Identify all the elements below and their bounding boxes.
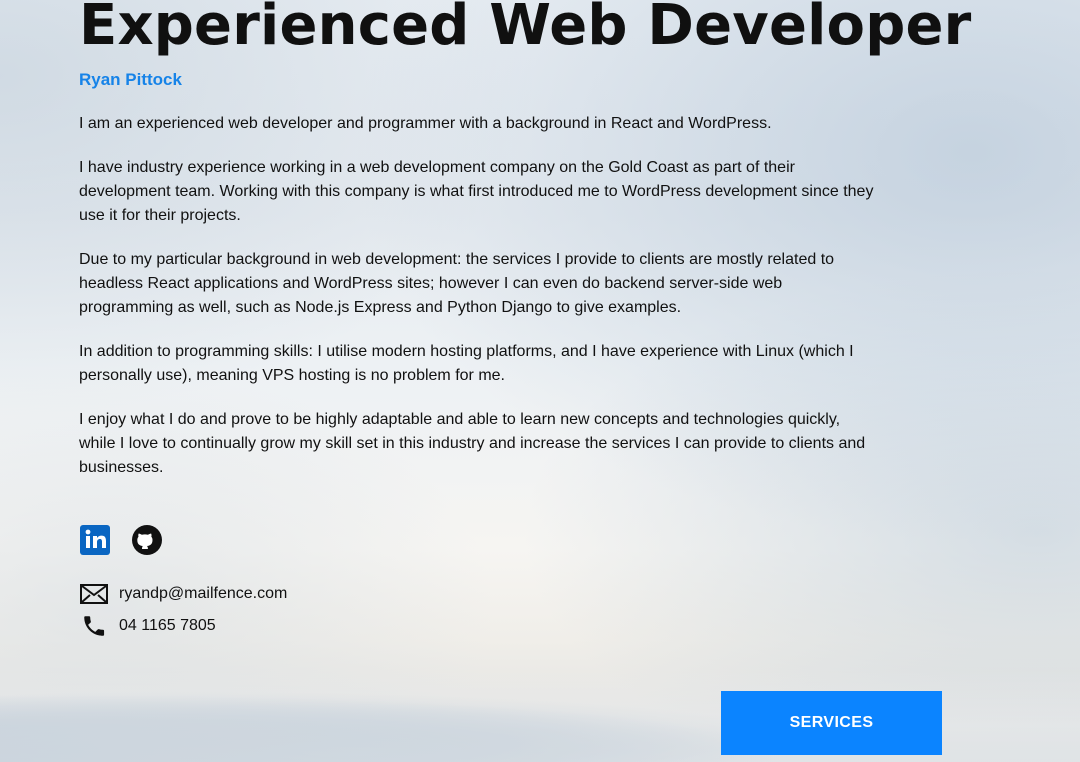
phone-link[interactable]: 04 1165 7805 xyxy=(119,617,216,635)
github-link[interactable] xyxy=(131,524,163,556)
mail-icon xyxy=(79,579,109,609)
bio-paragraph: I have industry experience working in a … xyxy=(79,159,874,224)
github-icon xyxy=(132,525,162,555)
phone-row: 04 1165 7805 xyxy=(79,610,287,642)
email-row: ryandp@mailfence.com xyxy=(79,578,287,610)
bio-section: I am an experienced web developer and pr… xyxy=(79,112,879,500)
linkedin-icon xyxy=(80,525,110,555)
bio-paragraph: I am an experienced web developer and pr… xyxy=(79,115,772,132)
bio-paragraph: In addition to programming skills: I uti… xyxy=(79,343,854,384)
page-root: Experienced Web Developer Ryan Pittock I… xyxy=(0,0,1080,762)
bio-paragraph: I enjoy what I do and prove to be highly… xyxy=(79,411,866,476)
author-name: Ryan Pittock xyxy=(79,70,182,89)
phone-icon xyxy=(79,611,109,641)
social-links xyxy=(79,524,163,556)
email-link[interactable]: ryandp@mailfence.com xyxy=(119,585,287,603)
page-title: Experienced Web Developer xyxy=(79,0,972,58)
bio-paragraph: Due to my particular background in web d… xyxy=(79,251,835,316)
contact-list: ryandp@mailfence.com 04 1165 7805 xyxy=(79,578,287,642)
services-button[interactable]: SERVICES xyxy=(721,691,942,755)
linkedin-link[interactable] xyxy=(79,524,111,556)
